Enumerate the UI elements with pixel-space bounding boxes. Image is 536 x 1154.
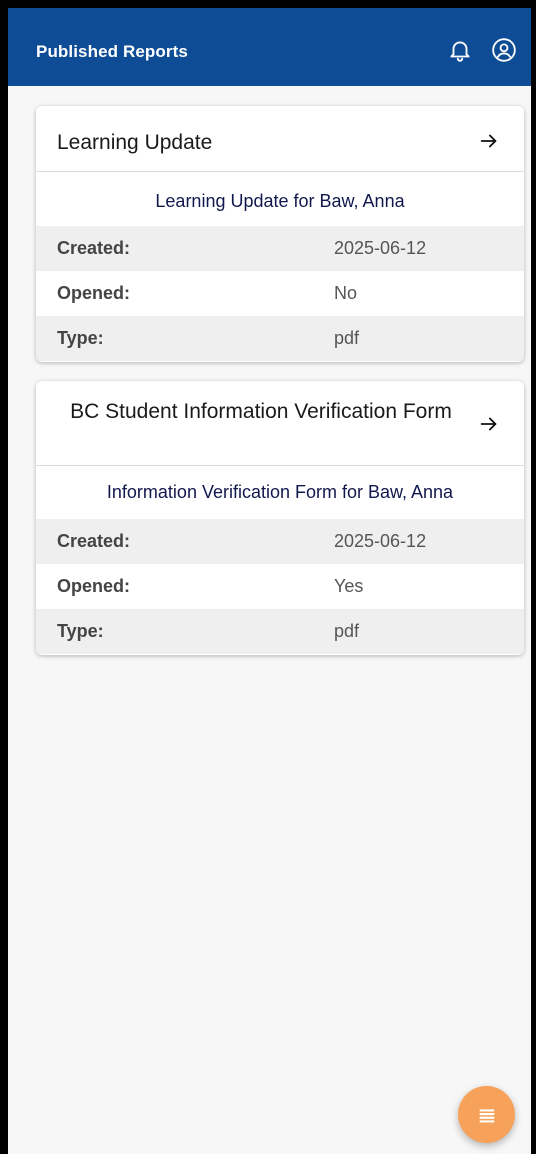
created-row: Created: 2025-06-12	[36, 519, 524, 564]
arrow-right-icon[interactable]	[478, 130, 500, 152]
created-row: Created: 2025-06-12	[36, 226, 524, 271]
opened-label: Opened:	[57, 576, 131, 596]
opened-row: Opened: Yes	[36, 564, 524, 609]
report-subtitle: Learning Update for Baw, Anna	[36, 172, 524, 226]
opened-row: Opened: No	[36, 271, 524, 316]
created-value: 2025-06-12	[334, 531, 427, 551]
app-frame: Published Reports Learning Update Learni…	[0, 0, 536, 1154]
created-label: Created:	[57, 531, 131, 551]
type-value: pdf	[334, 328, 360, 348]
type-label: Type:	[57, 328, 104, 348]
report-title: BC Student Information Verification Form	[70, 400, 452, 423]
report-card-header[interactable]: Learning Update	[36, 106, 524, 172]
menu-icon	[479, 1109, 495, 1123]
menu-fab-button[interactable]	[458, 1086, 515, 1143]
page-title: Published Reports	[36, 42, 188, 61]
report-subtitle: Information Verification Form for Baw, A…	[36, 466, 524, 519]
top-bar: Published Reports	[8, 8, 531, 86]
report-card: BC Student Information Verification Form…	[36, 381, 524, 655]
report-card-header[interactable]: BC Student Information Verification Form	[36, 381, 524, 466]
created-value: 2025-06-12	[334, 238, 427, 258]
arrow-right-icon[interactable]	[478, 413, 500, 435]
user-circle-icon[interactable]	[491, 37, 517, 63]
type-row: Type: pdf	[36, 609, 524, 654]
opened-label: Opened:	[57, 283, 131, 303]
bell-icon[interactable]	[447, 37, 473, 63]
type-row: Type: pdf	[36, 316, 524, 361]
opened-value: Yes	[334, 576, 364, 596]
type-value: pdf	[334, 621, 360, 641]
created-label: Created:	[57, 238, 131, 258]
type-label: Type:	[57, 621, 104, 641]
report-card: Learning Update Learning Update for Baw,…	[36, 106, 524, 362]
opened-value: No	[334, 283, 358, 303]
report-title: Learning Update	[57, 131, 213, 154]
